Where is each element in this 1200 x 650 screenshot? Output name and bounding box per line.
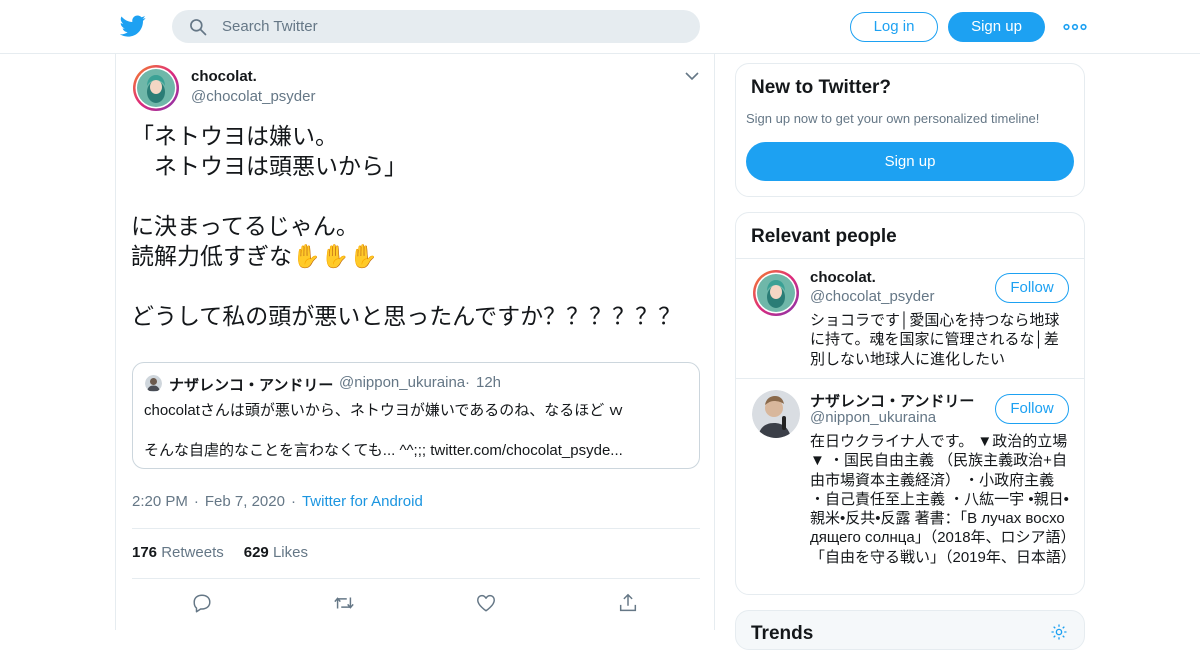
tweet-detail: chocolat. @chocolat_psyder 「ネトウヨは嫌い。 ネトウ… <box>115 54 715 630</box>
top-bar: Log in Sign up <box>0 0 1200 54</box>
tweet-text: 「ネトウヨは嫌い。 ネトウヨは頭悪いから」 に決まってるじゃん。 読解力低すぎな… <box>131 124 682 330</box>
card-title: Trends <box>751 623 814 644</box>
gear-icon[interactable] <box>1050 623 1068 641</box>
quoted-tweet[interactable]: ナザレンコ・アンドリー @nippon_ukuraina · 12h choco… <box>132 362 700 469</box>
share-icon[interactable] <box>617 592 639 614</box>
divider <box>132 528 700 529</box>
tweet-stats: 176 Retweets 629 Likes <box>132 544 308 561</box>
divider <box>736 258 1084 259</box>
person-name[interactable]: chocolat. <box>810 269 876 286</box>
quote-author-handle: @nippon_ukuraina <box>339 374 466 391</box>
search-input[interactable] <box>222 10 682 43</box>
retweet-icon[interactable] <box>333 592 355 614</box>
tweet-date[interactable]: Feb 7, 2020 <box>205 493 285 510</box>
avatar[interactable] <box>752 269 800 317</box>
new-to-twitter-card: New to Twitter? Sign up now to get your … <box>735 63 1085 197</box>
sidebar-signup-button[interactable]: Sign up <box>746 142 1074 181</box>
card-title: Relevant people <box>751 226 897 247</box>
likes-count: 629 <box>243 544 269 561</box>
like-icon[interactable] <box>475 592 497 614</box>
chevron-down-icon[interactable] <box>684 68 700 84</box>
divider <box>736 378 1084 379</box>
meta-separator: · <box>290 493 296 510</box>
more-dots-icon[interactable] <box>1063 17 1087 37</box>
tweet-meta: 2:20 PM · Feb 7, 2020 · Twitter for Android <box>132 493 423 510</box>
card-subtitle: Sign up now to get your own personalized… <box>746 111 1040 126</box>
person-bio: ショコラです│愛国心を持つなら地球に持て。魂を国家に管理されるな│差別しない地球… <box>810 312 1060 368</box>
follow-button[interactable]: Follow <box>995 273 1069 303</box>
person-handle[interactable]: @nippon_ukuraina <box>810 409 936 426</box>
avatar[interactable] <box>132 64 180 112</box>
quote-text-line: chocolatさんは頭が悪いから、ネトウヨが嫌いであるのね、なるほど ｗ <box>144 402 624 419</box>
reply-icon[interactable] <box>191 592 213 614</box>
tweet-source-link[interactable]: Twitter for Android <box>302 493 423 510</box>
card-title: New to Twitter? <box>751 77 892 98</box>
author-name[interactable]: chocolat. <box>191 68 257 85</box>
quote-author-name: ナザレンコ・アンドリー <box>169 377 334 394</box>
person-name[interactable]: ナザレンコ・アンドリー <box>810 390 974 411</box>
follow-button[interactable]: Follow <box>995 394 1069 424</box>
meta-separator: · <box>193 493 199 510</box>
quote-separator: · <box>465 374 470 391</box>
quote-text-line: そんな自虐的なことを言わなくても... ^^;;; twitter.com/ch… <box>144 442 623 459</box>
twitter-bird-icon[interactable] <box>120 13 146 39</box>
author-handle[interactable]: @chocolat_psyder <box>191 88 315 105</box>
retweets-stat[interactable]: 176 Retweets <box>132 544 224 561</box>
divider <box>132 578 700 579</box>
quote-avatar <box>145 375 162 392</box>
quote-time: 12h <box>476 374 502 391</box>
likes-label: Likes <box>272 544 308 561</box>
trends-card: Trends <box>735 610 1085 650</box>
search-bar[interactable] <box>172 10 700 43</box>
likes-stat[interactable]: 629 Likes <box>244 544 308 561</box>
person-handle[interactable]: @chocolat_psyder <box>810 288 934 305</box>
relevant-people-card: Relevant people chocolat. @chocolat_psyd… <box>735 212 1085 595</box>
retweets-label: Retweets <box>161 544 224 561</box>
tweet-time[interactable]: 2:20 PM <box>132 493 188 510</box>
retweets-count: 176 <box>132 544 158 561</box>
avatar[interactable] <box>752 390 800 438</box>
signup-button[interactable]: Sign up <box>948 12 1045 42</box>
login-button[interactable]: Log in <box>850 12 938 42</box>
search-icon <box>190 19 207 36</box>
person-bio: 在日ウクライナ人です。 ▼政治的立場▼ ・国民自由主義 （民族主義政治+自由市場… <box>810 433 1076 566</box>
